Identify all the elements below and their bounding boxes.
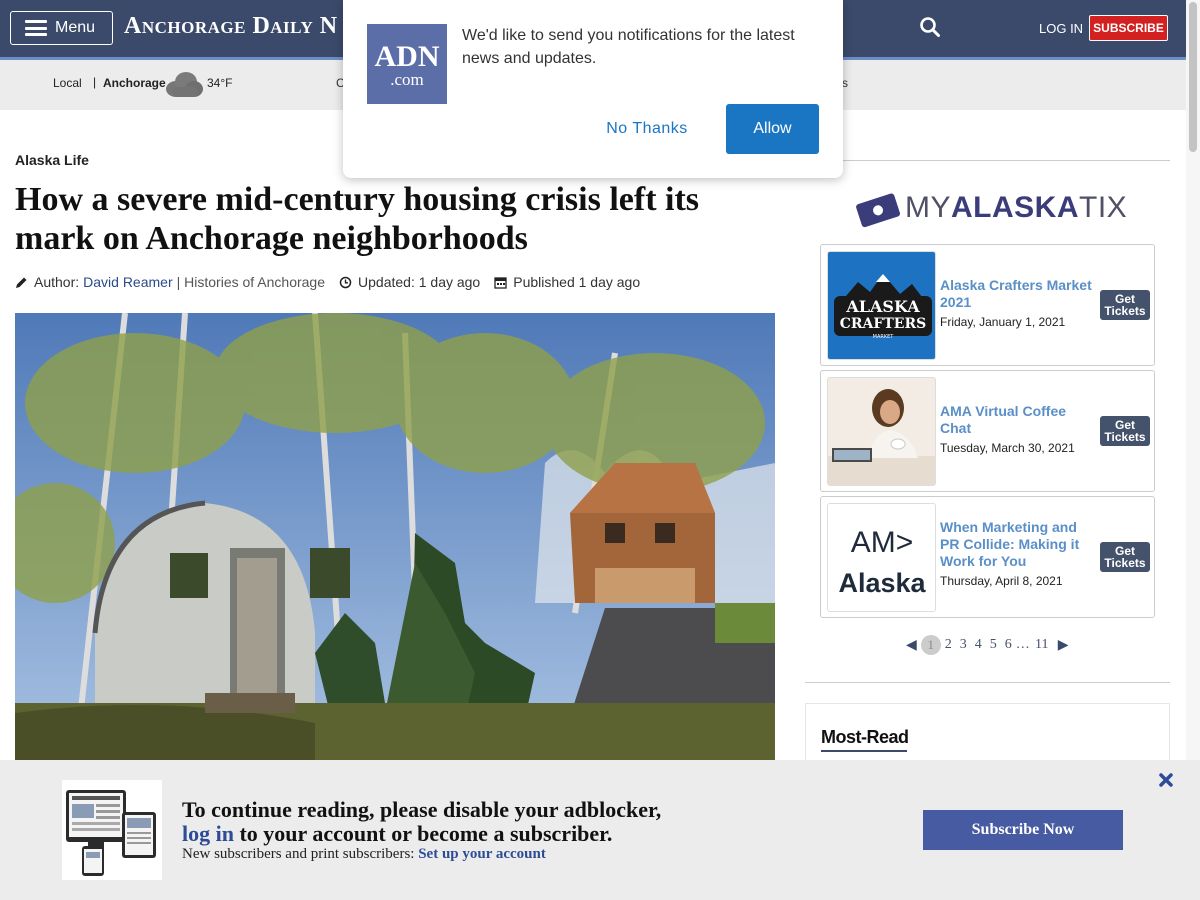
nav-city[interactable]: Anchorage: [103, 76, 166, 90]
login-link[interactable]: LOG IN: [1039, 21, 1083, 36]
event-title[interactable]: Alaska Crafters Market 2021: [940, 277, 1100, 311]
published-time: Published 1 day ago: [513, 274, 641, 290]
menu-button[interactable]: Menu: [10, 11, 113, 45]
ama-alaska-logo: AM> Alaska: [838, 526, 926, 598]
updated-time: Updated: 1 day ago: [358, 274, 481, 290]
search-icon[interactable]: [919, 16, 941, 38]
pager-prev-icon[interactable]: ◀: [906, 637, 917, 654]
pager-page[interactable]: 11: [1030, 637, 1054, 653]
close-icon[interactable]: [1158, 772, 1174, 788]
pager-next-icon[interactable]: ▶: [1058, 637, 1069, 654]
subscribe-button[interactable]: SUBSCRIBE: [1089, 15, 1168, 41]
temperature: 34°F: [207, 76, 233, 90]
adn-logo: ADN .com: [367, 24, 447, 104]
notification-message: We'd like to send you notifications for …: [462, 27, 795, 67]
svg-text:ALASKA: ALASKA: [845, 297, 920, 316]
svg-text:CRAFTERS: CRAFTERS: [840, 316, 926, 332]
most-read-heading: Most-Read: [821, 727, 909, 747]
most-read-underline: [821, 750, 907, 752]
devices-illustration: [62, 780, 162, 880]
get-tickets-button[interactable]: Get Tickets: [1100, 290, 1150, 320]
no-thanks-button[interactable]: No Thanks: [588, 104, 706, 154]
svg-text:MARKET: MARKET: [873, 334, 895, 340]
event-date: Friday, January 1, 2021: [940, 315, 1066, 329]
sidebar-divider: [805, 160, 1170, 161]
article-headline: How a severe mid-century housing crisis …: [15, 181, 700, 257]
adblock-headline-2: log in to your account or become a subsc…: [182, 821, 613, 846]
pager-ellipsis: …: [1015, 637, 1030, 652]
event-pager: ◀ 1 2 3 4 5 6 … 11 ▶: [906, 635, 1069, 655]
pager-page[interactable]: 3: [956, 637, 971, 653]
adblock-subtext: New subscribers and print subscribers: S…: [182, 846, 546, 862]
pager-page[interactable]: 6: [1001, 637, 1016, 653]
setup-account-link[interactable]: Set up your account: [418, 846, 546, 862]
byline: Author: David Reamer | Histories of Anch…: [15, 274, 640, 290]
event-date: Thursday, April 8, 2021: [940, 574, 1063, 588]
section-label[interactable]: Alaska Life: [15, 152, 89, 168]
pager-page[interactable]: 2: [941, 637, 956, 653]
login-link[interactable]: log in: [182, 821, 234, 846]
svg-text:AM>: AM>: [851, 526, 914, 559]
sidebar-divider: [805, 682, 1170, 683]
get-tickets-button[interactable]: Get Tickets: [1100, 416, 1150, 446]
pager-page[interactable]: 1: [920, 635, 941, 655]
calendar-icon: [494, 276, 507, 289]
subscribe-now-button[interactable]: Subscribe Now: [923, 810, 1123, 850]
allow-button[interactable]: Allow: [726, 104, 819, 154]
nav-local[interactable]: Local: [53, 76, 82, 90]
author-link[interactable]: David Reamer: [83, 274, 172, 290]
pager-page[interactable]: 4: [971, 637, 986, 653]
clock-icon: [339, 276, 352, 288]
event-title[interactable]: AMA Virtual Coffee Chat: [940, 403, 1100, 437]
series-link[interactable]: | Histories of Anchorage: [177, 274, 325, 290]
notification-prompt: ADN .com We'd like to send you notificat…: [343, 0, 843, 178]
scrollbar-thumb[interactable]: [1189, 2, 1197, 152]
pager-page[interactable]: 5: [986, 637, 1001, 653]
event-thumbnail[interactable]: [827, 377, 936, 486]
event-title[interactable]: When Marketing and PR Collide: Making it…: [940, 519, 1100, 570]
svg-text:Alaska: Alaska: [838, 568, 926, 598]
get-tickets-button[interactable]: Get Tickets: [1100, 542, 1150, 572]
event-card[interactable]: AM> Alaska When Marketing and PR Collide…: [820, 496, 1155, 618]
myalaskatix-logo[interactable]: MYALASKATIX: [905, 191, 1127, 225]
cloud-icon: [166, 72, 203, 97]
article-hero-image: [15, 313, 775, 763]
masthead-logo[interactable]: Anchorage Daily N: [124, 13, 338, 40]
adblock-headline: To continue reading, please disable your…: [182, 797, 662, 822]
alaska-crafters-logo: ALASKA CRAFTERS MARKET: [834, 274, 932, 340]
nav-separator: |: [93, 75, 97, 89]
hamburger-icon: [25, 20, 47, 36]
event-card[interactable]: AMA Virtual Coffee Chat Tuesday, March 3…: [820, 370, 1155, 492]
coffee-chat-photo: [828, 378, 935, 485]
event-thumbnail[interactable]: ALASKA CRAFTERS MARKET: [827, 251, 936, 360]
author-prefix: Author:: [34, 274, 80, 290]
event-date: Tuesday, March 30, 2021: [940, 441, 1075, 455]
event-card[interactable]: ALASKA CRAFTERS MARKET Alaska Crafters M…: [820, 244, 1155, 366]
event-thumbnail[interactable]: AM> Alaska: [827, 503, 936, 612]
menu-label: Menu: [55, 19, 96, 36]
pencil-icon: [16, 277, 27, 288]
